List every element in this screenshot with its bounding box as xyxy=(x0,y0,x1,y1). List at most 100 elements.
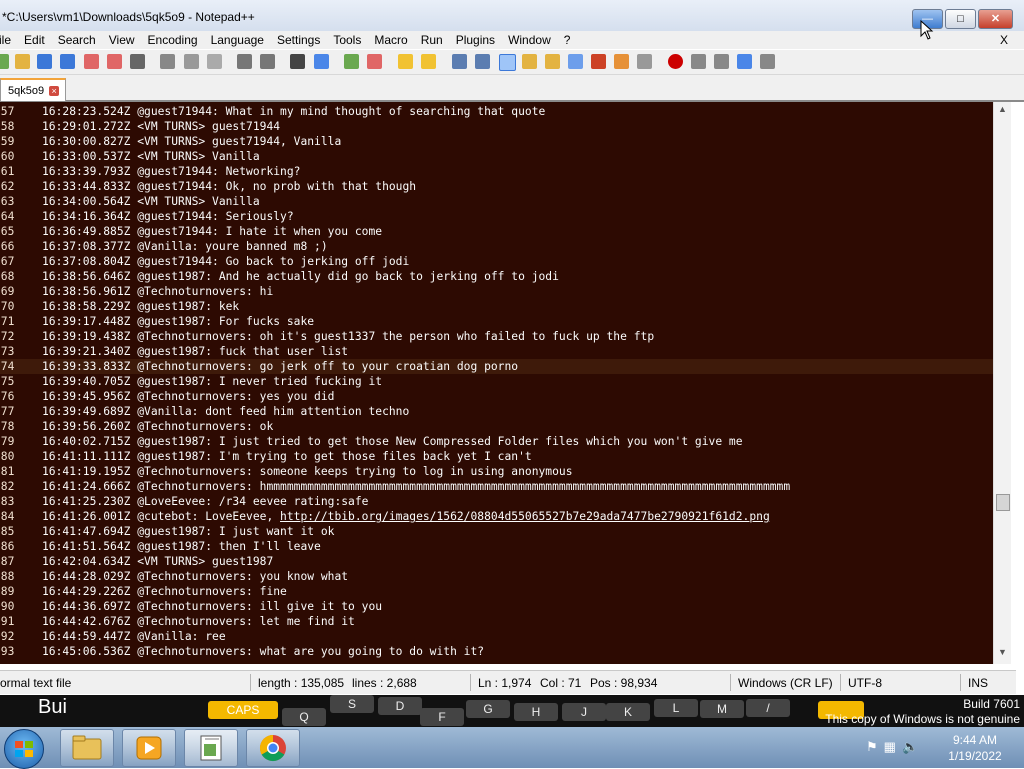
network-icon[interactable]: ▦ xyxy=(884,739,896,755)
key-slash[interactable]: / xyxy=(746,699,790,717)
start-button[interactable] xyxy=(4,729,44,769)
editor-line[interactable]: 973 16:39:21.340Z @guest1987: fuck that u… xyxy=(0,344,993,359)
key-h[interactable]: H xyxy=(514,703,558,721)
save-icon[interactable] xyxy=(37,54,52,69)
editor-line[interactable]: 986 16:41:51.564Z @guest1987: then I'll l… xyxy=(0,539,993,554)
folder-icon[interactable] xyxy=(614,54,629,69)
editor-line[interactable]: 980 16:41:11.111Z @guest1987: I'm trying … xyxy=(0,449,993,464)
find-icon[interactable] xyxy=(290,54,305,69)
key-f[interactable]: F xyxy=(420,708,464,726)
editor-line[interactable]: 992 16:44:59.447Z @Vanilla: ree xyxy=(0,629,993,644)
redo-icon[interactable] xyxy=(260,54,275,69)
open-file-icon[interactable] xyxy=(15,54,30,69)
menu-file[interactable]: ile xyxy=(0,33,11,47)
copy-icon[interactable] xyxy=(184,54,199,69)
cut-icon[interactable] xyxy=(160,54,175,69)
menu-plugins[interactable]: Plugins xyxy=(456,33,495,47)
vertical-scrollbar[interactable]: ▲ ▼ xyxy=(993,102,1011,664)
stop-macro-icon[interactable] xyxy=(691,54,706,69)
menu-tools[interactable]: Tools xyxy=(333,33,361,47)
editor-line[interactable]: 983 16:41:25.230Z @LoveEevee: /r34 eevee … xyxy=(0,494,993,509)
editor[interactable]: 957 16:28:23.524Z @guest71944: What in my… xyxy=(0,102,993,664)
sync-vertical-icon[interactable] xyxy=(398,54,413,69)
replace-icon[interactable] xyxy=(314,54,329,69)
taskbar-explorer[interactable] xyxy=(60,729,114,767)
zoom-out-icon[interactable] xyxy=(367,54,382,69)
title-bar[interactable]: *C:\Users\vm1\Downloads\5qk5o9 - Notepad… xyxy=(0,0,1024,31)
taskbar-media-player[interactable] xyxy=(122,729,176,767)
key-j[interactable]: J xyxy=(562,703,606,721)
editor-line[interactable]: 976 16:39:45.956Z @Technoturnovers: yes y… xyxy=(0,389,993,404)
folder-workspace-icon[interactable] xyxy=(591,54,606,69)
undo-icon[interactable] xyxy=(237,54,252,69)
tab-close-icon[interactable]: × xyxy=(49,85,60,96)
editor-line[interactable]: 977 16:39:49.689Z @Vanilla: dont feed him… xyxy=(0,404,993,419)
user-language-icon[interactable] xyxy=(522,54,537,69)
editor-line[interactable]: 990 16:44:36.697Z @Technoturnovers: ill g… xyxy=(0,599,993,614)
key-g[interactable]: G xyxy=(466,700,510,718)
show-all-characters-icon[interactable] xyxy=(475,54,490,69)
scroll-up-icon[interactable]: ▲ xyxy=(994,104,1011,119)
close-file-icon[interactable] xyxy=(84,54,99,69)
editor-line[interactable]: 981 16:41:19.195Z @Technoturnovers: someo… xyxy=(0,464,993,479)
scroll-thumb[interactable] xyxy=(996,494,1010,511)
editor-line[interactable]: 964 16:34:16.364Z @guest71944: Seriously? xyxy=(0,209,993,224)
taskbar-chrome[interactable] xyxy=(246,729,300,767)
maximize-button[interactable]: □ xyxy=(945,9,976,29)
editor-line[interactable]: 965 16:36:49.885Z @guest71944: I hate it … xyxy=(0,224,993,239)
monitoring-eye-icon[interactable] xyxy=(637,54,652,69)
editor-line[interactable]: 985 16:41:47.694Z @guest1987: I just want… xyxy=(0,524,993,539)
save-macro-icon[interactable] xyxy=(760,54,775,69)
editor-line[interactable]: 968 16:38:56.646Z @guest1987: And he actu… xyxy=(0,269,993,284)
menu-help[interactable]: ? xyxy=(564,33,571,47)
editor-line[interactable]: 989 16:44:29.226Z @Technoturnovers: fine xyxy=(0,584,993,599)
new-file-icon[interactable] xyxy=(0,54,9,69)
key-m[interactable]: M xyxy=(700,700,744,718)
editor-line[interactable]: 978 16:39:56.260Z @Technoturnovers: ok xyxy=(0,419,993,434)
key-q[interactable]: Q xyxy=(282,708,326,726)
menu-view[interactable]: View xyxy=(109,33,135,47)
close-button[interactable]: ✕ xyxy=(978,9,1013,29)
menu-run[interactable]: Run xyxy=(421,33,443,47)
menu-edit[interactable]: Edit xyxy=(24,33,45,47)
editor-line[interactable]: 970 16:38:58.229Z @guest1987: kek xyxy=(0,299,993,314)
key-l[interactable]: L xyxy=(654,699,698,717)
clock-time[interactable]: 9:44 AM xyxy=(950,733,1000,747)
menu-macro[interactable]: Macro xyxy=(374,33,407,47)
tab-5qk5o9[interactable]: 5qk5o9 × xyxy=(0,78,66,101)
document-close-button[interactable]: X xyxy=(1000,33,1008,47)
editor-line[interactable]: 987 16:42:04.634Z <VM TURNS> guest1987 xyxy=(0,554,993,569)
menu-window[interactable]: Window xyxy=(508,33,551,47)
function-list-icon[interactable] xyxy=(568,54,583,69)
editor-line[interactable]: 988 16:44:28.029Z @Technoturnovers: you k… xyxy=(0,569,993,584)
editor-line[interactable]: 963 16:34:00.564Z <VM TURNS> Vanilla xyxy=(0,194,993,209)
clock-date[interactable]: 1/19/2022 xyxy=(945,749,1005,763)
caps-key[interactable]: CAPS xyxy=(208,701,278,719)
key-s[interactable]: S xyxy=(330,695,374,713)
editor-line[interactable]: 975 16:39:40.705Z @guest1987: I never tri… xyxy=(0,374,993,389)
editor-line[interactable]: 982 16:41:24.666Z @Technoturnovers: hmmmm… xyxy=(0,479,993,494)
editor-line[interactable]: 960 16:33:00.537Z <VM TURNS> Vanilla xyxy=(0,149,993,164)
editor-line[interactable]: 993 16:45:06.536Z @Technoturnovers: what … xyxy=(0,644,993,659)
key-d[interactable]: D xyxy=(378,697,422,715)
print-icon[interactable] xyxy=(130,54,145,69)
editor-line[interactable]: 961 16:33:39.793Z @guest71944: Networking… xyxy=(0,164,993,179)
hyperlink[interactable]: http://tbib.org/images/1562/08804d550655… xyxy=(280,510,770,523)
paste-icon[interactable] xyxy=(207,54,222,69)
close-all-icon[interactable] xyxy=(107,54,122,69)
editor-line[interactable]: 984 16:41:26.001Z @cutebot: LoveEevee, ht… xyxy=(0,509,993,524)
editor-line[interactable]: 991 16:44:42.676Z @Technoturnovers: let m… xyxy=(0,614,993,629)
menu-encoding[interactable]: Encoding xyxy=(148,33,198,47)
sync-horizontal-icon[interactable] xyxy=(421,54,436,69)
editor-line[interactable]: 979 16:40:02.715Z @guest1987: I just trie… xyxy=(0,434,993,449)
volume-icon[interactable]: 🔈 xyxy=(902,739,918,755)
scroll-down-icon[interactable]: ▼ xyxy=(994,647,1011,662)
action-center-flag-icon[interactable]: ⚑ xyxy=(866,739,878,755)
run-macro-multiple-icon[interactable] xyxy=(737,54,752,69)
save-all-icon[interactable] xyxy=(60,54,75,69)
editor-line[interactable]: 971 16:39:17.448Z @guest1987: For fucks s… xyxy=(0,314,993,329)
editor-line[interactable]: 966 16:37:08.377Z @Vanilla: youre banned … xyxy=(0,239,993,254)
menu-language[interactable]: Language xyxy=(211,33,264,47)
word-wrap-icon[interactable] xyxy=(452,54,467,69)
indent-guide-icon[interactable] xyxy=(499,54,516,71)
